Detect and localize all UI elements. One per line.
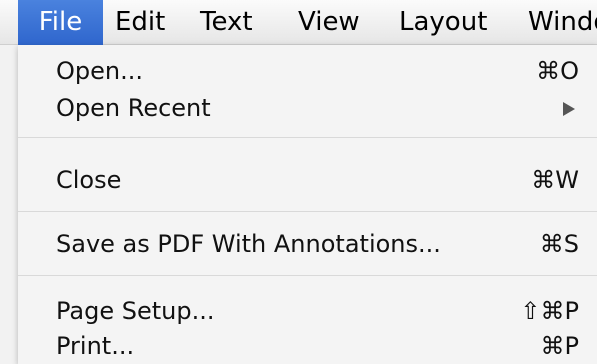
- screen: File Edit Text View Layout Windo Open...…: [0, 0, 597, 364]
- menu-text[interactable]: Text: [200, 0, 253, 45]
- menu-item-open[interactable]: Open... ⌘O: [18, 52, 597, 90]
- menu-item-label: Open Recent: [56, 94, 211, 122]
- menu-item-open-recent[interactable]: Open Recent: [18, 89, 597, 127]
- menu-item-close[interactable]: Close ⌘W: [18, 161, 597, 199]
- menu-separator: [18, 275, 597, 276]
- menu-file[interactable]: File: [18, 0, 103, 45]
- submenu-arrow-icon: [563, 102, 575, 116]
- menu-window[interactable]: Windo: [528, 0, 597, 45]
- menu-view[interactable]: View: [298, 0, 360, 45]
- menu-item-shortcut: ⇧⌘P: [520, 297, 579, 325]
- menu-item-label: Page Setup...: [56, 297, 215, 325]
- menu-item-page-setup[interactable]: Page Setup... ⇧⌘P: [18, 292, 597, 330]
- menu-layout[interactable]: Layout: [399, 0, 487, 45]
- menu-item-save-as-pdf[interactable]: Save as PDF With Annotations... ⌘S: [18, 225, 597, 263]
- menu-item-shortcut: ⌘O: [536, 57, 579, 85]
- menu-separator: [18, 137, 597, 138]
- menu-item-label: Close: [56, 166, 122, 194]
- menu-item-shortcut: ⌘S: [539, 230, 579, 258]
- menu-item-print[interactable]: Print... ⌘P: [18, 327, 597, 364]
- menu-item-shortcut: ⌘P: [540, 332, 579, 360]
- menu-item-label: Print...: [56, 332, 135, 360]
- menu-item-label: Open...: [56, 57, 143, 85]
- file-menu-dropdown: Open... ⌘O Open Recent Close ⌘W Save as …: [18, 45, 597, 364]
- menu-separator: [18, 211, 597, 212]
- menu-edit[interactable]: Edit: [115, 0, 165, 45]
- menu-item-shortcut: ⌘W: [531, 166, 579, 194]
- menu-bar: File Edit Text View Layout Windo: [0, 0, 597, 45]
- menu-item-label: Save as PDF With Annotations...: [56, 230, 441, 258]
